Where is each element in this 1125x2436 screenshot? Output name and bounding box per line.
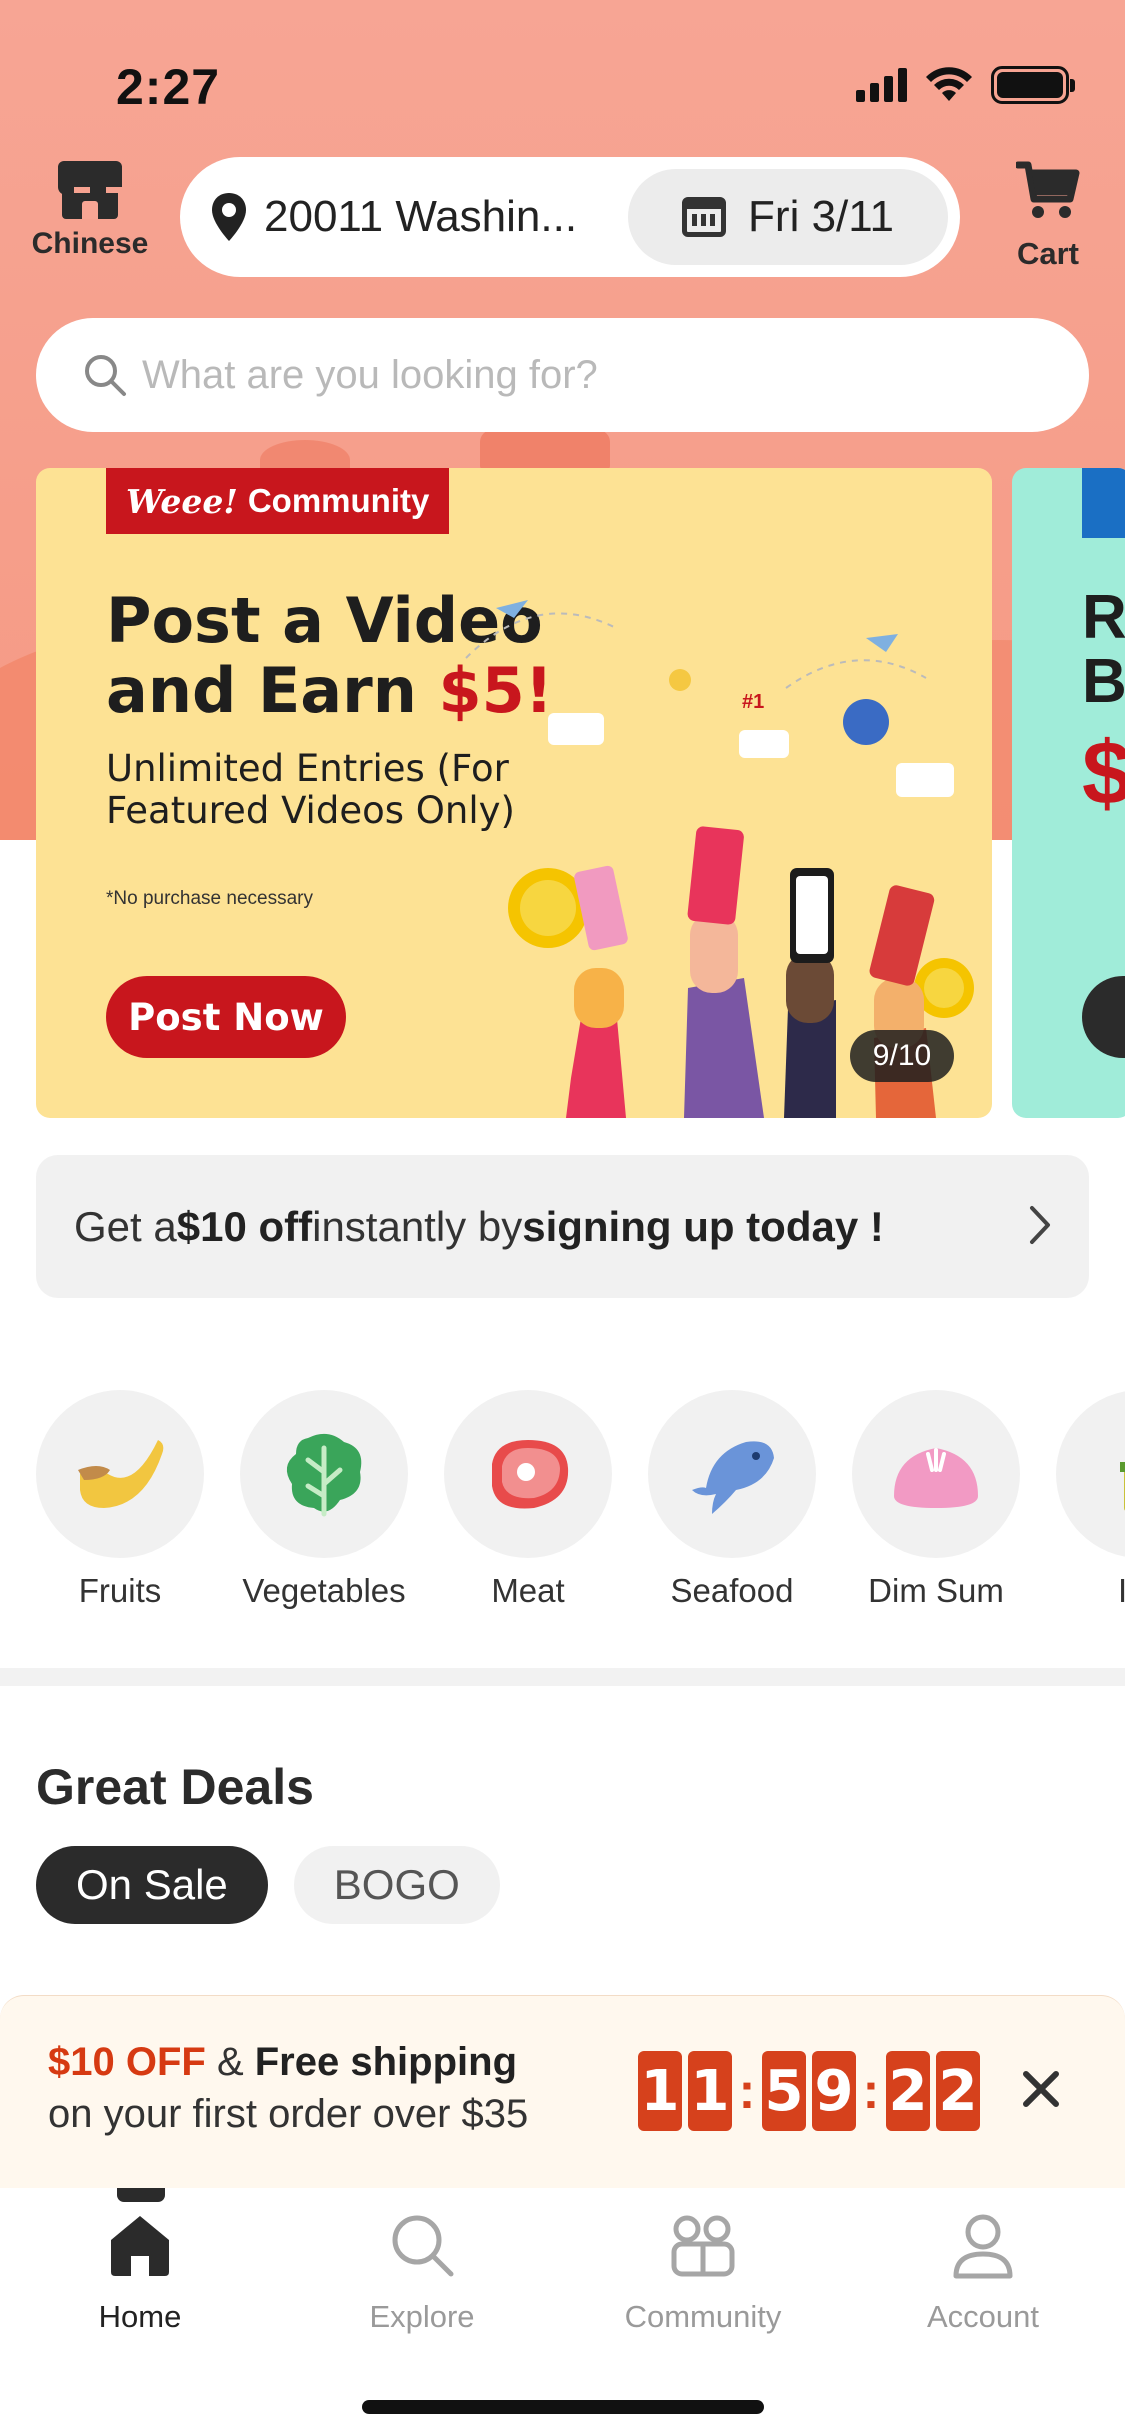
next-banner-tag [1082, 468, 1125, 538]
status-icons [856, 66, 1075, 104]
timer-colon: : [738, 2063, 756, 2119]
countdown-timer: 1 1 : 5 9 : 2 2 [638, 2051, 986, 2131]
category-fruits[interactable]: Fruits [36, 1390, 204, 1620]
category-seafood[interactable]: Seafood [648, 1390, 816, 1620]
search-bar[interactable] [36, 318, 1089, 432]
timer-digit: 2 [886, 2051, 930, 2131]
category-label: Meat [491, 1572, 565, 1609]
status-bar: 2:27 [0, 0, 1125, 150]
delivery-date: Fri 3/11 [748, 192, 894, 241]
post-now-button[interactable]: Post Now [106, 976, 346, 1058]
steak-icon [444, 1390, 612, 1558]
deals-filter-chips: On Sale BOGO [36, 1846, 500, 1924]
lettuce-icon [240, 1390, 408, 1558]
svg-text:#1: #1 [742, 691, 764, 713]
active-tab-indicator [117, 2188, 165, 2202]
location-pin-icon [212, 193, 246, 241]
category-label: Seafood [670, 1572, 794, 1609]
signup-text-pre: Get a [74, 1202, 177, 1250]
cart-label: Cart [1016, 236, 1079, 271]
signup-cta: signing up today ! [522, 1202, 884, 1250]
banner-note: *No purchase necessary [106, 888, 313, 909]
carousel-page-counter: 9/10 [850, 1030, 954, 1082]
category-label: Vegetables [242, 1572, 406, 1609]
delivery-date-button[interactable]: Fri 3/11 [628, 169, 948, 265]
chip-on-sale[interactable]: On Sale [36, 1846, 268, 1924]
header: Chinese 20011 Washin... Fri 3/11 Cart [0, 155, 1125, 285]
tab-label: Explore [369, 2299, 475, 2334]
chip-bogo[interactable]: BOGO [293, 1846, 500, 1924]
category-row: Fruits Vegetables Meat Seafood Dim Sum I [36, 1390, 1125, 1620]
banner-title-line2: and Earn [106, 654, 439, 727]
next-banner-button[interactable] [1082, 976, 1125, 1058]
search-icon [392, 2215, 454, 2277]
storefront-icon [58, 161, 122, 219]
tab-label: Community [624, 2299, 782, 2334]
bottom-tab-bar: Home Explore Community Account [0, 2188, 1125, 2436]
promo-amp: & [205, 2040, 255, 2084]
status-time: 2:27 [116, 59, 221, 115]
category-label: Fruits [78, 1572, 162, 1609]
fish-icon [648, 1390, 816, 1558]
timer-digit: 9 [812, 2051, 856, 2131]
wifi-icon [926, 67, 972, 101]
timer-colon: : [862, 2063, 880, 2119]
tab-label: Home [98, 2299, 182, 2334]
home-icon [111, 2216, 169, 2276]
category-meat[interactable]: Meat [444, 1390, 612, 1620]
tab-community[interactable]: Community [603, 2210, 803, 2335]
banner-tag: Weee! Community [106, 468, 450, 534]
signup-text-mid: instantly by [312, 1202, 523, 1250]
signup-offer-bar[interactable]: Get a $10 off instantly by signing up to… [36, 1155, 1089, 1298]
timer-digit: 1 [638, 2051, 682, 2131]
search-input[interactable] [142, 352, 1042, 398]
store-label: Chinese [31, 227, 149, 260]
battery-icon [991, 66, 1075, 104]
promo-banner[interactable]: Weee! Community Post a Video and Earn $5… [36, 468, 992, 1118]
community-icon [671, 2215, 735, 2277]
home-indicator[interactable] [362, 2400, 764, 2414]
next-banner-title: R B [1082, 583, 1125, 716]
tab-label: Account [926, 2299, 1039, 2334]
promo-line-1: $10 OFF & Free shipping [48, 2040, 517, 2085]
cart-button[interactable]: Cart [993, 159, 1103, 272]
tab-home[interactable]: Home [40, 2210, 240, 2335]
cellular-signal-icon [856, 68, 907, 102]
calendar-icon [682, 197, 727, 237]
promo-discount: $10 OFF [48, 2040, 206, 2084]
category-dim-sum[interactable]: Dim Sum [852, 1390, 1020, 1620]
category-vegetables[interactable]: Vegetables [240, 1390, 408, 1620]
cart-icon [1014, 161, 1080, 218]
promo-shipping: Free shipping [254, 2040, 517, 2084]
banana-icon [36, 1390, 204, 1558]
promo-line-2: on your first order over $35 [48, 2092, 529, 2136]
section-divider [0, 1668, 1125, 1686]
tab-account[interactable]: Account [883, 2210, 1083, 2335]
tab-explore[interactable]: Explore [322, 2210, 522, 2335]
first-order-promo-bar[interactable]: $10 OFF & Free shipping on your first or… [0, 1995, 1125, 2188]
category-label: Dim Sum [868, 1572, 1004, 1609]
banner-tag-brand: Weee! [126, 481, 238, 521]
search-icon [85, 355, 126, 396]
signup-amount: $10 off [176, 1202, 313, 1250]
category-instant[interactable]: Ins [1056, 1390, 1125, 1620]
banner-tag-text: Community [247, 482, 430, 519]
timer-digit: 1 [688, 2051, 732, 2131]
next-banner-amount: $ [1082, 724, 1125, 824]
address-text: 20011 Washin... [264, 192, 578, 241]
great-deals-title: Great Deals [36, 1759, 314, 1815]
chevron-right-icon [1030, 1206, 1050, 1244]
bun-icon [852, 1390, 1020, 1558]
timer-digit: 2 [936, 2051, 980, 2131]
person-icon [953, 2214, 1013, 2279]
next-promo-banner[interactable]: R B $ [1012, 468, 1125, 1118]
close-icon[interactable] [1018, 2066, 1064, 2112]
location-selector[interactable]: 20011 Washin... Fri 3/11 [180, 157, 960, 277]
store-selector-button[interactable]: Chinese [20, 155, 160, 261]
timer-digit: 5 [762, 2051, 806, 2131]
noodle-cup-icon [1056, 1390, 1125, 1558]
category-label: Ins [1117, 1572, 1125, 1609]
